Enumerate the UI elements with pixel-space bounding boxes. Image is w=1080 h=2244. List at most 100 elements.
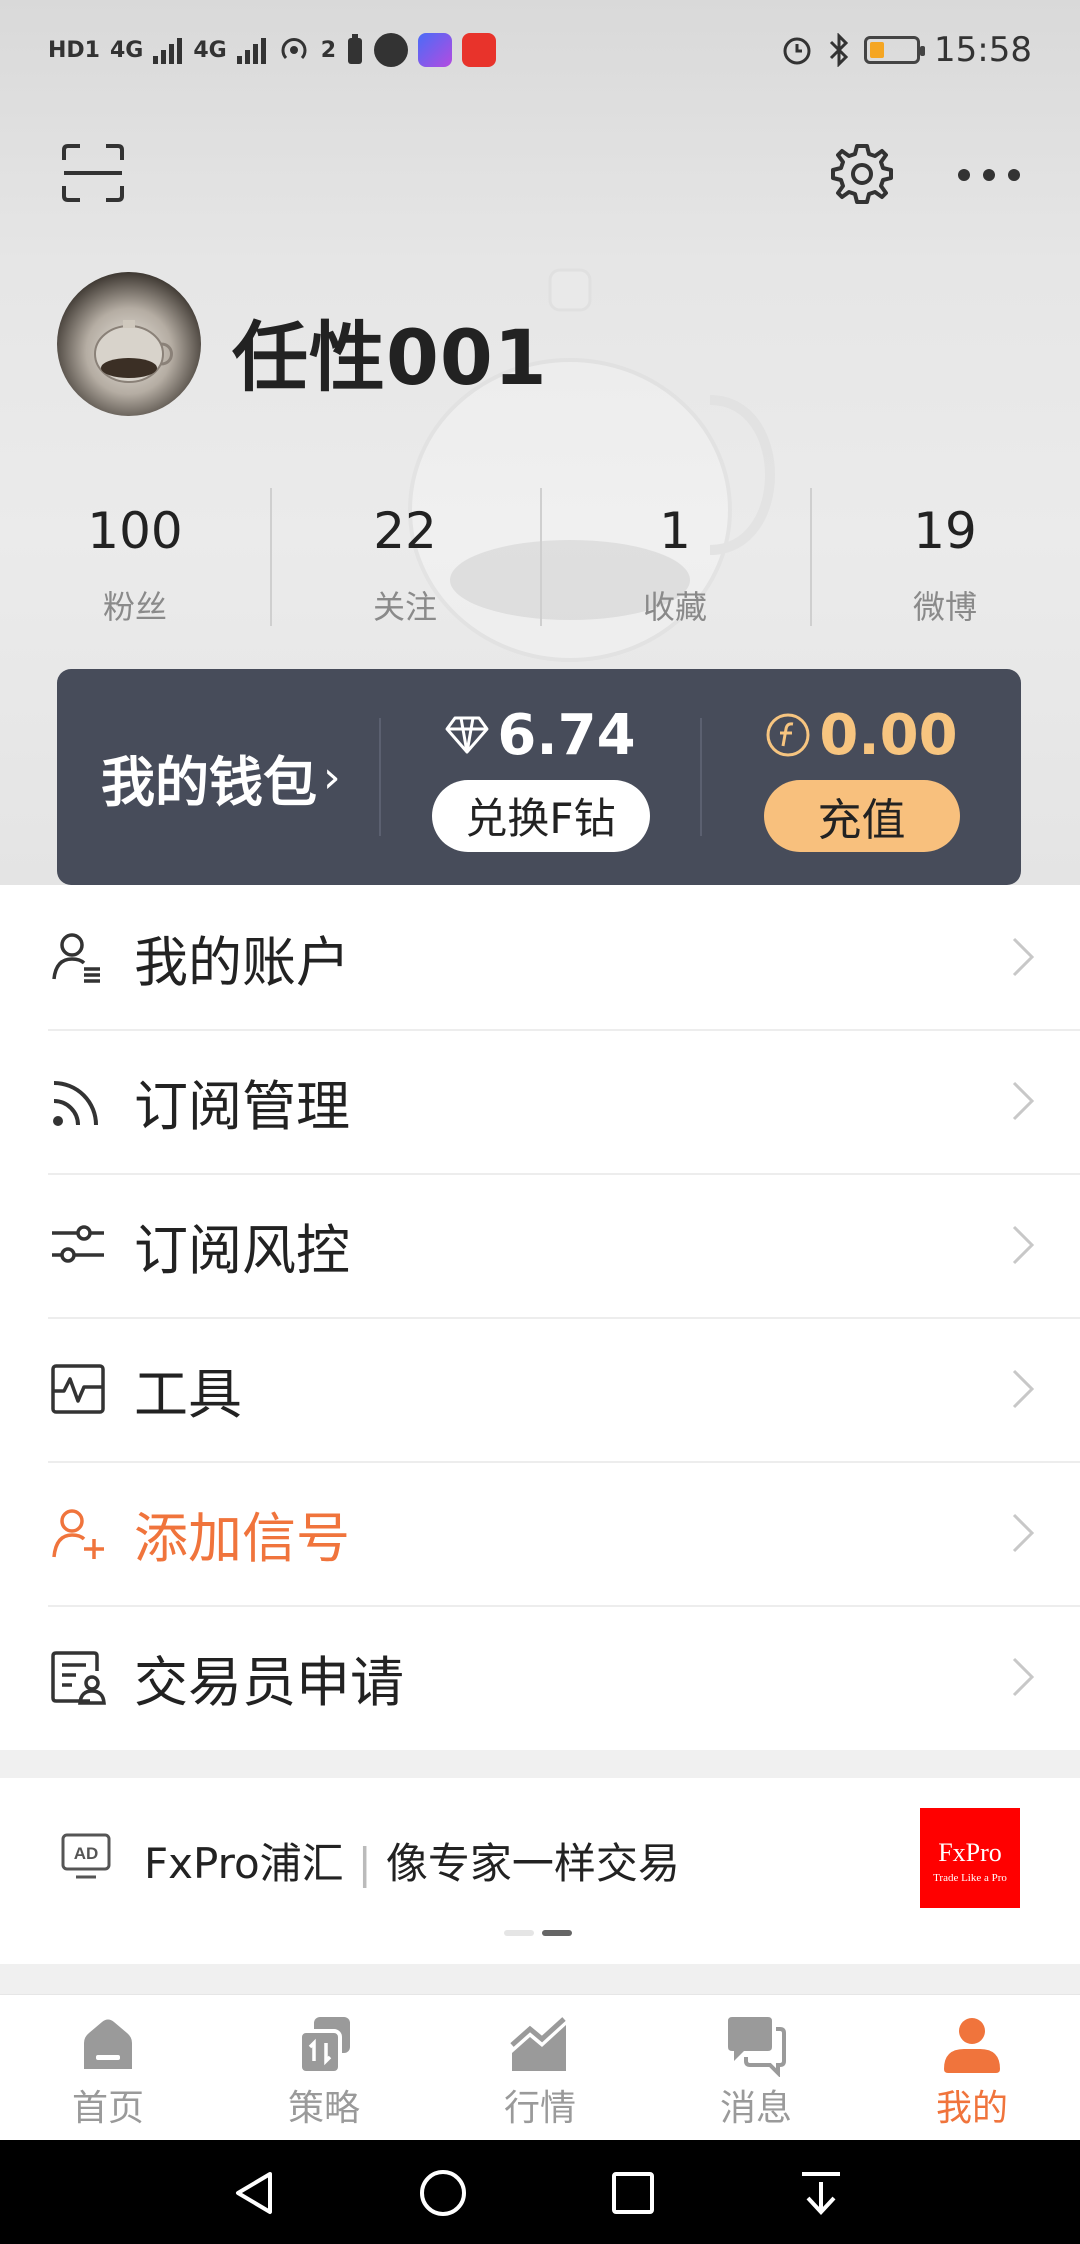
bluetooth-icon: [829, 33, 849, 67]
settings-menu: 我的账户 订阅管理 订阅风控 工具 添加信号 交易员申请: [0, 885, 1080, 1749]
gear-icon[interactable]: [830, 142, 894, 206]
rss-icon: [53, 1081, 98, 1126]
stat-following[interactable]: 22 关注: [270, 488, 540, 628]
avatar[interactable]: [57, 272, 201, 416]
username: 任性001: [232, 313, 548, 402]
menu-item-subscription[interactable]: 订阅管理: [0, 1029, 1080, 1173]
strategy-icon: [298, 2017, 350, 2075]
wallet-title-link[interactable]: 我的钱包 ›: [57, 738, 379, 817]
logo-subtitle: Trade Like a Pro: [933, 1872, 1007, 1884]
home-icon: [84, 2019, 132, 2069]
menu-label: 交易员申请: [134, 1650, 404, 1714]
network-4g-1: 4G: [109, 37, 144, 63]
diamond-balance: 6.74 兑换F钻: [381, 703, 700, 852]
chevron-right-icon: ›: [323, 751, 341, 803]
app-icon-feather: [374, 33, 409, 67]
profile-icon: [944, 2018, 1000, 2073]
system-navigation-bar: [0, 2140, 1080, 2244]
signal-icon: [153, 38, 183, 64]
recharge-button[interactable]: 充值: [763, 779, 960, 852]
alarm-icon: [783, 37, 811, 65]
tab-label: 行情: [503, 2088, 576, 2129]
teapot-avatar-image: [94, 320, 173, 383]
tools-chart-icon: [51, 1364, 105, 1414]
stat-label: 收藏: [642, 588, 707, 626]
tab-strategy[interactable]: 策略: [216, 1995, 432, 2140]
ad-brand: FxPro浦汇: [144, 1839, 344, 1888]
profile-stats: 100 粉丝 22 关注 1 收藏 19 微博: [0, 488, 1080, 628]
stat-favorites[interactable]: 1 收藏: [540, 488, 810, 628]
logo-title: FxPro: [938, 1838, 1002, 1867]
section-divider: [0, 1964, 1080, 1994]
stat-value: 22: [373, 502, 437, 560]
menu-item-account[interactable]: 我的账户: [0, 885, 1080, 1029]
tab-market[interactable]: 行情: [432, 1995, 648, 2140]
scan-icon[interactable]: [62, 144, 124, 202]
tab-home[interactable]: 首页: [0, 1995, 216, 2140]
message-icon: [728, 2017, 786, 2077]
tab-label: 我的: [935, 2088, 1008, 2129]
fxpro-logo: FxPro Trade Like a Pro: [920, 1808, 1020, 1908]
status-bar: HD1 4G 4G 2 15:58: [0, 0, 1080, 100]
more-icon[interactable]: [954, 160, 1024, 190]
diamond-value-row: 6.74: [445, 702, 636, 768]
stat-followers[interactable]: 100 粉丝: [0, 488, 270, 628]
f-coin-icon: [766, 713, 810, 757]
menu-item-tools[interactable]: 工具: [0, 1317, 1080, 1461]
stat-weibo[interactable]: 19 微博: [810, 488, 1080, 628]
hd-indicator: HD1: [48, 37, 100, 63]
chevron-right-icon: [1012, 1225, 1035, 1265]
battery-icon: [864, 36, 926, 64]
coin-balance: 0.00 充值: [702, 703, 1021, 852]
carousel-indicator: [504, 1930, 572, 1936]
ad-separator: |: [357, 1839, 372, 1888]
diamond-value: 6.74: [497, 702, 636, 768]
notification-pull-icon[interactable]: [796, 2168, 846, 2218]
stat-value: 19: [913, 502, 977, 560]
ad-badge-icon: AD: [61, 1833, 111, 1879]
battery-saver-icon: [348, 34, 363, 64]
stat-label: 关注: [372, 588, 437, 626]
signal-icon-2: [236, 38, 266, 64]
tab-label: 首页: [71, 2088, 144, 2129]
exchange-button[interactable]: 兑换F钻: [431, 779, 650, 852]
carousel-dot: [504, 1930, 534, 1936]
diamond-icon: [445, 716, 489, 754]
menu-label: 工具: [134, 1362, 242, 1426]
wallet-title: 我的钱包: [101, 750, 317, 814]
add-user-icon: [52, 1509, 104, 1559]
recents-icon[interactable]: [608, 2168, 658, 2218]
sliders-icon: [52, 1225, 104, 1263]
id-card-icon: [51, 1651, 106, 1705]
menu-item-trader-apply[interactable]: 交易员申请: [0, 1605, 1080, 1749]
chevron-right-icon: [1012, 1369, 1035, 1409]
menu-item-add-signal[interactable]: 添加信号: [0, 1461, 1080, 1605]
carousel-dot-active: [542, 1930, 572, 1936]
stat-value: 100: [87, 502, 183, 560]
chevron-right-icon: [1012, 1081, 1035, 1121]
clock: 15:58: [934, 30, 1032, 70]
section-divider: [0, 1750, 1080, 1778]
chevron-right-icon: [1012, 1657, 1035, 1697]
stat-label: 微博: [912, 588, 977, 626]
menu-item-risk-control[interactable]: 订阅风控: [0, 1173, 1080, 1317]
wallet-card: 我的钱包 › 6.74 兑换F钻 0.00 充值: [57, 669, 1021, 885]
tab-profile[interactable]: 我的: [864, 1995, 1080, 2140]
notification-count: 2: [320, 37, 337, 63]
bottom-tab-bar: 首页 策略 行情 消息 我的: [0, 1994, 1080, 2140]
tab-messages[interactable]: 消息: [648, 1995, 864, 2140]
stat-label: 粉丝: [102, 588, 167, 626]
back-icon[interactable]: [230, 2168, 280, 2218]
menu-label: 我的账户: [134, 930, 350, 994]
menu-label: 订阅风控: [134, 1218, 350, 1282]
market-icon: [510, 2017, 566, 2071]
ad-banner[interactable]: AD FxPro浦汇 | 像专家一样交易 FxPro Trade Like a Pr…: [0, 1778, 1080, 1964]
account-icon: [52, 933, 100, 983]
tab-label: 策略: [287, 2088, 360, 2129]
app-icon-toutiao: [462, 33, 497, 67]
network-4g-2: 4G: [193, 37, 227, 63]
chevron-right-icon: [1012, 1513, 1035, 1553]
home-circle-icon[interactable]: [418, 2168, 468, 2218]
tab-label: 消息: [719, 2088, 792, 2129]
hotspot-icon: [281, 38, 307, 60]
